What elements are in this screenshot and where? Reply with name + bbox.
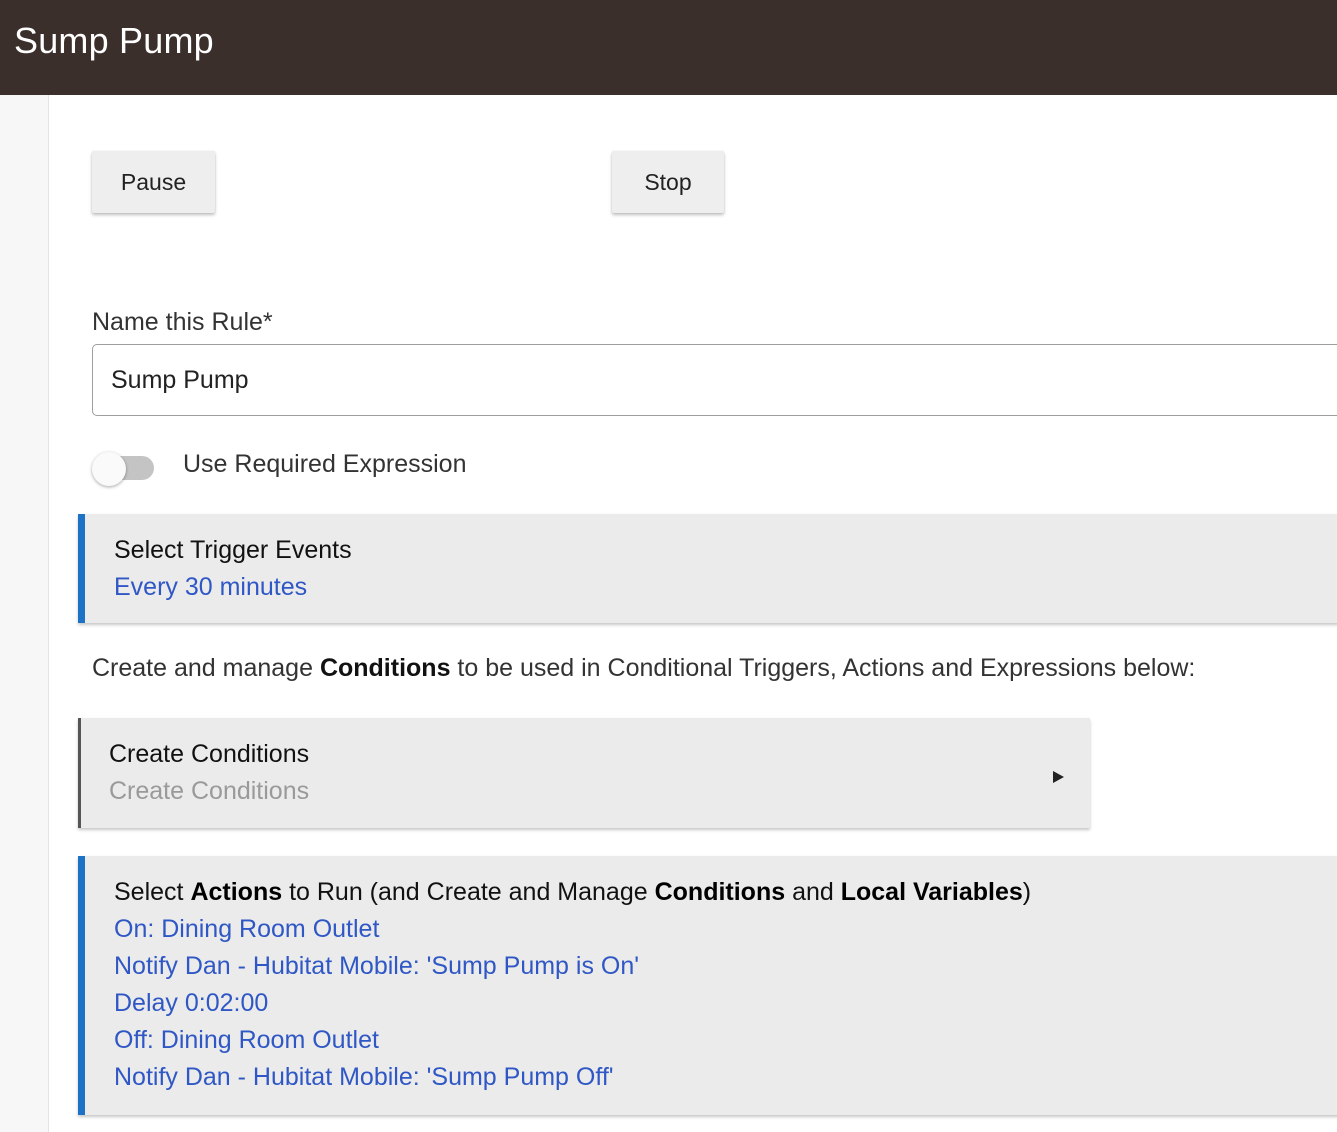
pause-button[interactable]: Pause bbox=[92, 151, 215, 213]
actions-title-part: to Run (and Create and Manage bbox=[282, 878, 655, 906]
action-item: Off: Dining Room Outlet bbox=[114, 1026, 379, 1054]
stop-button[interactable]: Stop bbox=[612, 151, 724, 213]
actions-title-part: ) bbox=[1022, 878, 1032, 906]
toggle-knob bbox=[92, 452, 126, 486]
app-header: Sump Pump bbox=[0, 0, 1337, 95]
actions-title-bold: Local Variables bbox=[840, 878, 1023, 906]
expand-arrow-icon bbox=[1053, 771, 1064, 783]
trigger-summary: Every 30 minutes bbox=[114, 573, 308, 601]
left-sidebar-rail bbox=[0, 95, 49, 1132]
required-expression-label: Use Required Expression bbox=[183, 450, 467, 478]
select-actions-panel[interactable]: Select Actions to Run (and Create and Ma… bbox=[78, 856, 1337, 1115]
rule-name-label: Name this Rule* bbox=[92, 308, 273, 336]
conditions-intro-text: Create and manage Conditions to be used … bbox=[92, 654, 1195, 683]
trigger-panel-title: Select Trigger Events bbox=[114, 536, 352, 564]
conditions-intro-bold: Conditions bbox=[319, 654, 451, 682]
create-conditions-panel[interactable]: Create Conditions Create Conditions bbox=[78, 718, 1090, 828]
actions-title-bold: Actions bbox=[190, 878, 283, 906]
create-conditions-title: Create Conditions bbox=[109, 740, 310, 768]
actions-panel-title: Select Actions to Run (and Create and Ma… bbox=[114, 874, 1337, 911]
action-item: Notify Dan - Hubitat Mobile: 'Sump Pump … bbox=[114, 1063, 614, 1091]
actions-title-bold: Conditions bbox=[654, 878, 786, 906]
required-expression-toggle[interactable] bbox=[92, 452, 156, 486]
select-trigger-events-panel[interactable]: Select Trigger Events Every 30 minutes bbox=[78, 514, 1337, 623]
create-conditions-subtitle: Create Conditions bbox=[109, 777, 310, 805]
conditions-intro-prefix: Create and manage bbox=[92, 654, 320, 682]
actions-title-part: Select bbox=[114, 878, 191, 906]
action-item: Notify Dan - Hubitat Mobile: 'Sump Pump … bbox=[114, 952, 640, 980]
rule-name-input[interactable] bbox=[92, 344, 1337, 416]
action-item: Delay 0:02:00 bbox=[114, 989, 269, 1017]
action-item: On: Dining Room Outlet bbox=[114, 915, 380, 943]
actions-title-part: and bbox=[785, 878, 841, 906]
page-title: Sump Pump bbox=[14, 20, 214, 61]
conditions-intro-suffix: to be used in Conditional Triggers, Acti… bbox=[450, 654, 1196, 682]
